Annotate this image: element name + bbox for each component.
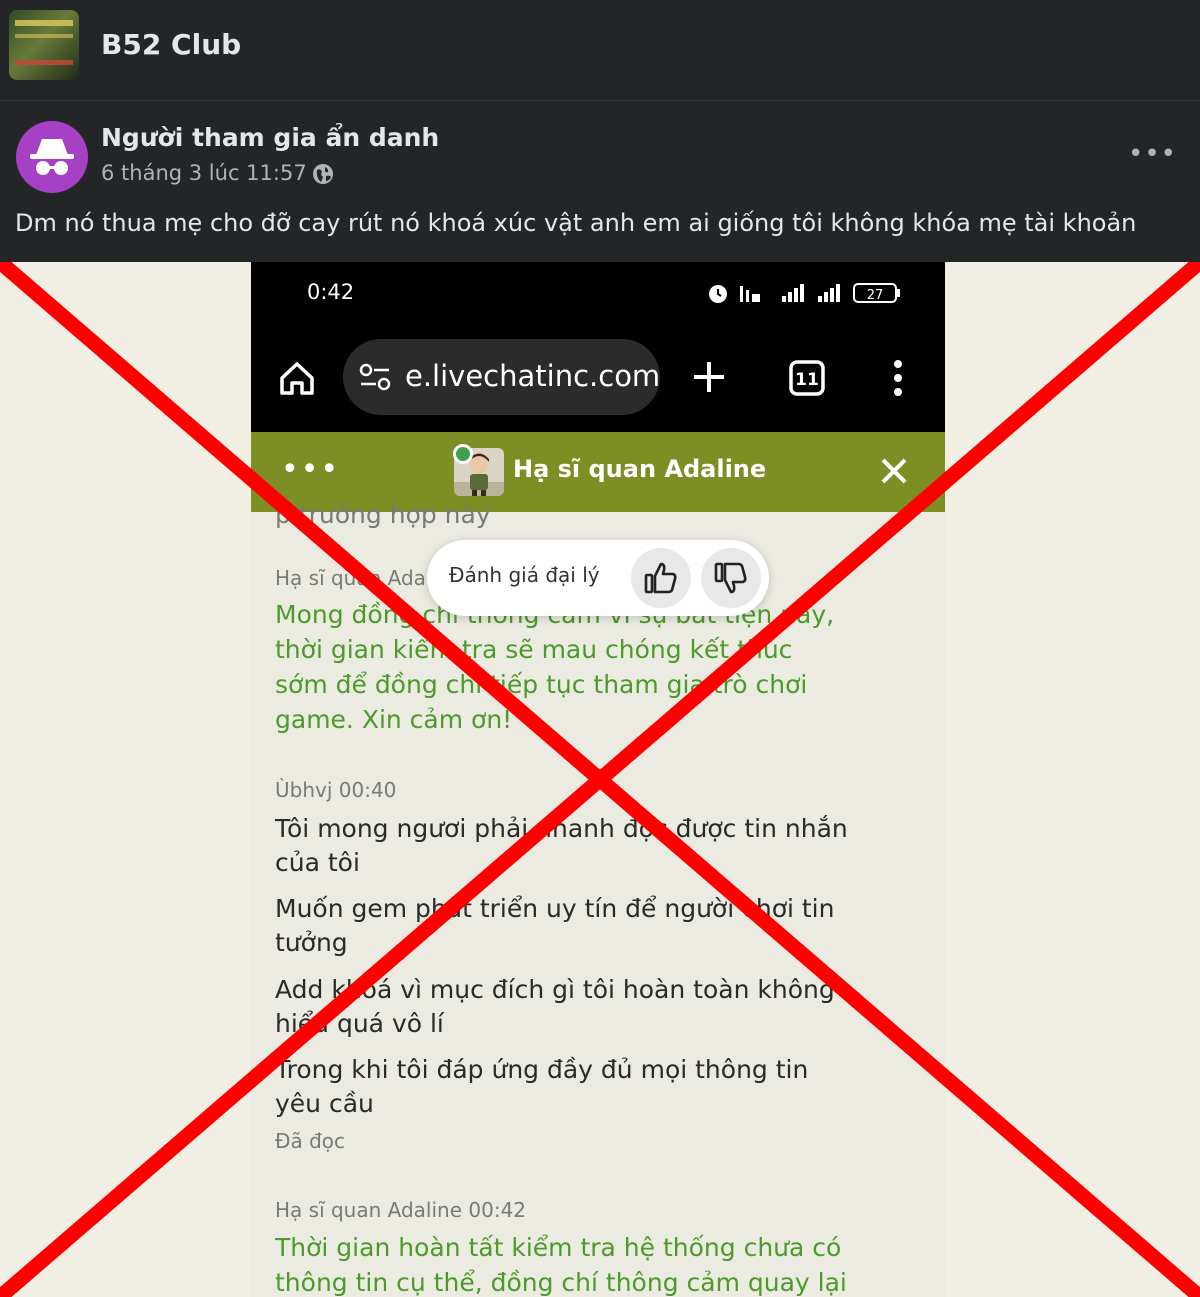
agent-message-line: thông tin cụ thể, đồng chí thông cảm qua…: [275, 1268, 847, 1297]
chat-menu-button[interactable]: •••: [281, 452, 340, 488]
group-name[interactable]: B52 Club: [101, 28, 241, 61]
message-line: p trường hợp này: [275, 500, 491, 529]
phone-screen: 0:42 27 e.livechatinc.com 11 ••• Hạ sĩ q…: [251, 262, 945, 1297]
agent-message-line: Thời gian hoàn tất kiểm tra hệ thống chư…: [275, 1233, 842, 1262]
agent-message-line: game. Xin cảm ơn!: [275, 705, 513, 734]
more-options-button[interactable]: •••: [1128, 141, 1176, 167]
group-logo[interactable]: [9, 10, 79, 80]
group-header: B52 Club: [0, 0, 1200, 100]
thumbs-down-icon: [714, 562, 747, 594]
rate-agent-label: Đánh giá đại lý: [449, 563, 600, 587]
rate-agent-popup: Đánh giá đại lý: [427, 540, 769, 616]
user-message-line: yêu cầu: [275, 1089, 374, 1118]
message-sender: Hạ sĩ quan Adaline 00:42: [275, 1198, 527, 1222]
thumbs-down-button[interactable]: [701, 548, 761, 608]
status-icons: 27: [709, 283, 900, 303]
alarm-icon: [709, 285, 727, 303]
agent-message-line: thời gian kiểm tra sẽ mau chóng kết thúc: [275, 635, 793, 664]
user-message-line: hiểu quá vô lí: [275, 1009, 444, 1038]
thumbs-up-button[interactable]: [631, 548, 691, 608]
user-message-line: Add khoá vì mục đích gì tôi hoàn toàn kh…: [275, 975, 835, 1004]
user-message-line: Trong khi tôi đáp ứng đầy đủ mọi thông t…: [275, 1055, 809, 1084]
attached-screenshot[interactable]: 0:42 27 e.livechatinc.com 11 ••• Hạ sĩ q…: [0, 262, 1200, 1297]
post-text: Dm nó thua mẹ cho đỡ cay rút nó khoá xúc…: [15, 209, 1137, 237]
anonymous-avatar[interactable]: [16, 121, 88, 193]
post-author[interactable]: Người tham gia ẩn danh: [101, 123, 439, 152]
status-time: 0:42: [307, 280, 355, 304]
site-settings-icon[interactable]: [359, 362, 391, 392]
logo-band: [15, 34, 73, 38]
online-status-dot: [453, 444, 473, 464]
browser-menu-icon[interactable]: [891, 358, 905, 398]
user-message-line: tưởng: [275, 928, 348, 957]
logo-band: [15, 20, 73, 26]
post-card: Người tham gia ẩn danh 6 tháng 3 lúc 11:…: [0, 100, 1200, 263]
agent-name: Hạ sĩ quan Adaline: [513, 455, 767, 483]
logo-band: [15, 60, 73, 65]
url-text[interactable]: e.livechatinc.com: [405, 359, 660, 393]
browser-toolbar: e.livechatinc.com 11: [251, 322, 945, 432]
user-message-line: của tôi: [275, 848, 360, 877]
status-bar: 0:42 27: [251, 262, 945, 322]
globe-icon: [313, 164, 333, 184]
signal-icon: [818, 284, 840, 302]
message-sender: Ùbhvj 00:40: [275, 778, 397, 802]
post-timestamp[interactable]: 6 tháng 3 lúc 11:57 ·: [101, 161, 320, 185]
tabs-count-icon[interactable]: 11: [788, 359, 826, 397]
user-message-line: Tôi mong ngươi phải nhanh đọc được tin n…: [275, 814, 848, 843]
close-icon[interactable]: [879, 456, 909, 486]
agent-message-line: sớm để đồng chí tiếp tục tham gia trò ch…: [275, 670, 808, 699]
incognito-icon: [30, 139, 74, 175]
signal-4g-icon: [782, 284, 804, 302]
home-icon[interactable]: [277, 358, 317, 398]
battery-level: 27: [867, 288, 884, 303]
new-tab-icon[interactable]: [691, 359, 727, 395]
volte-icon: [740, 286, 760, 302]
user-message-line: Muốn gem phát triển uy tín để người chơi…: [275, 894, 835, 923]
tab-count: 11: [795, 370, 819, 390]
read-receipt: Đã đọc: [275, 1129, 346, 1153]
address-bar[interactable]: e.livechatinc.com: [343, 339, 660, 415]
thumbs-up-icon: [644, 562, 677, 594]
chat-transcript: p trường hợp này Hạ sĩ quan Adaline Mong…: [251, 500, 945, 1297]
